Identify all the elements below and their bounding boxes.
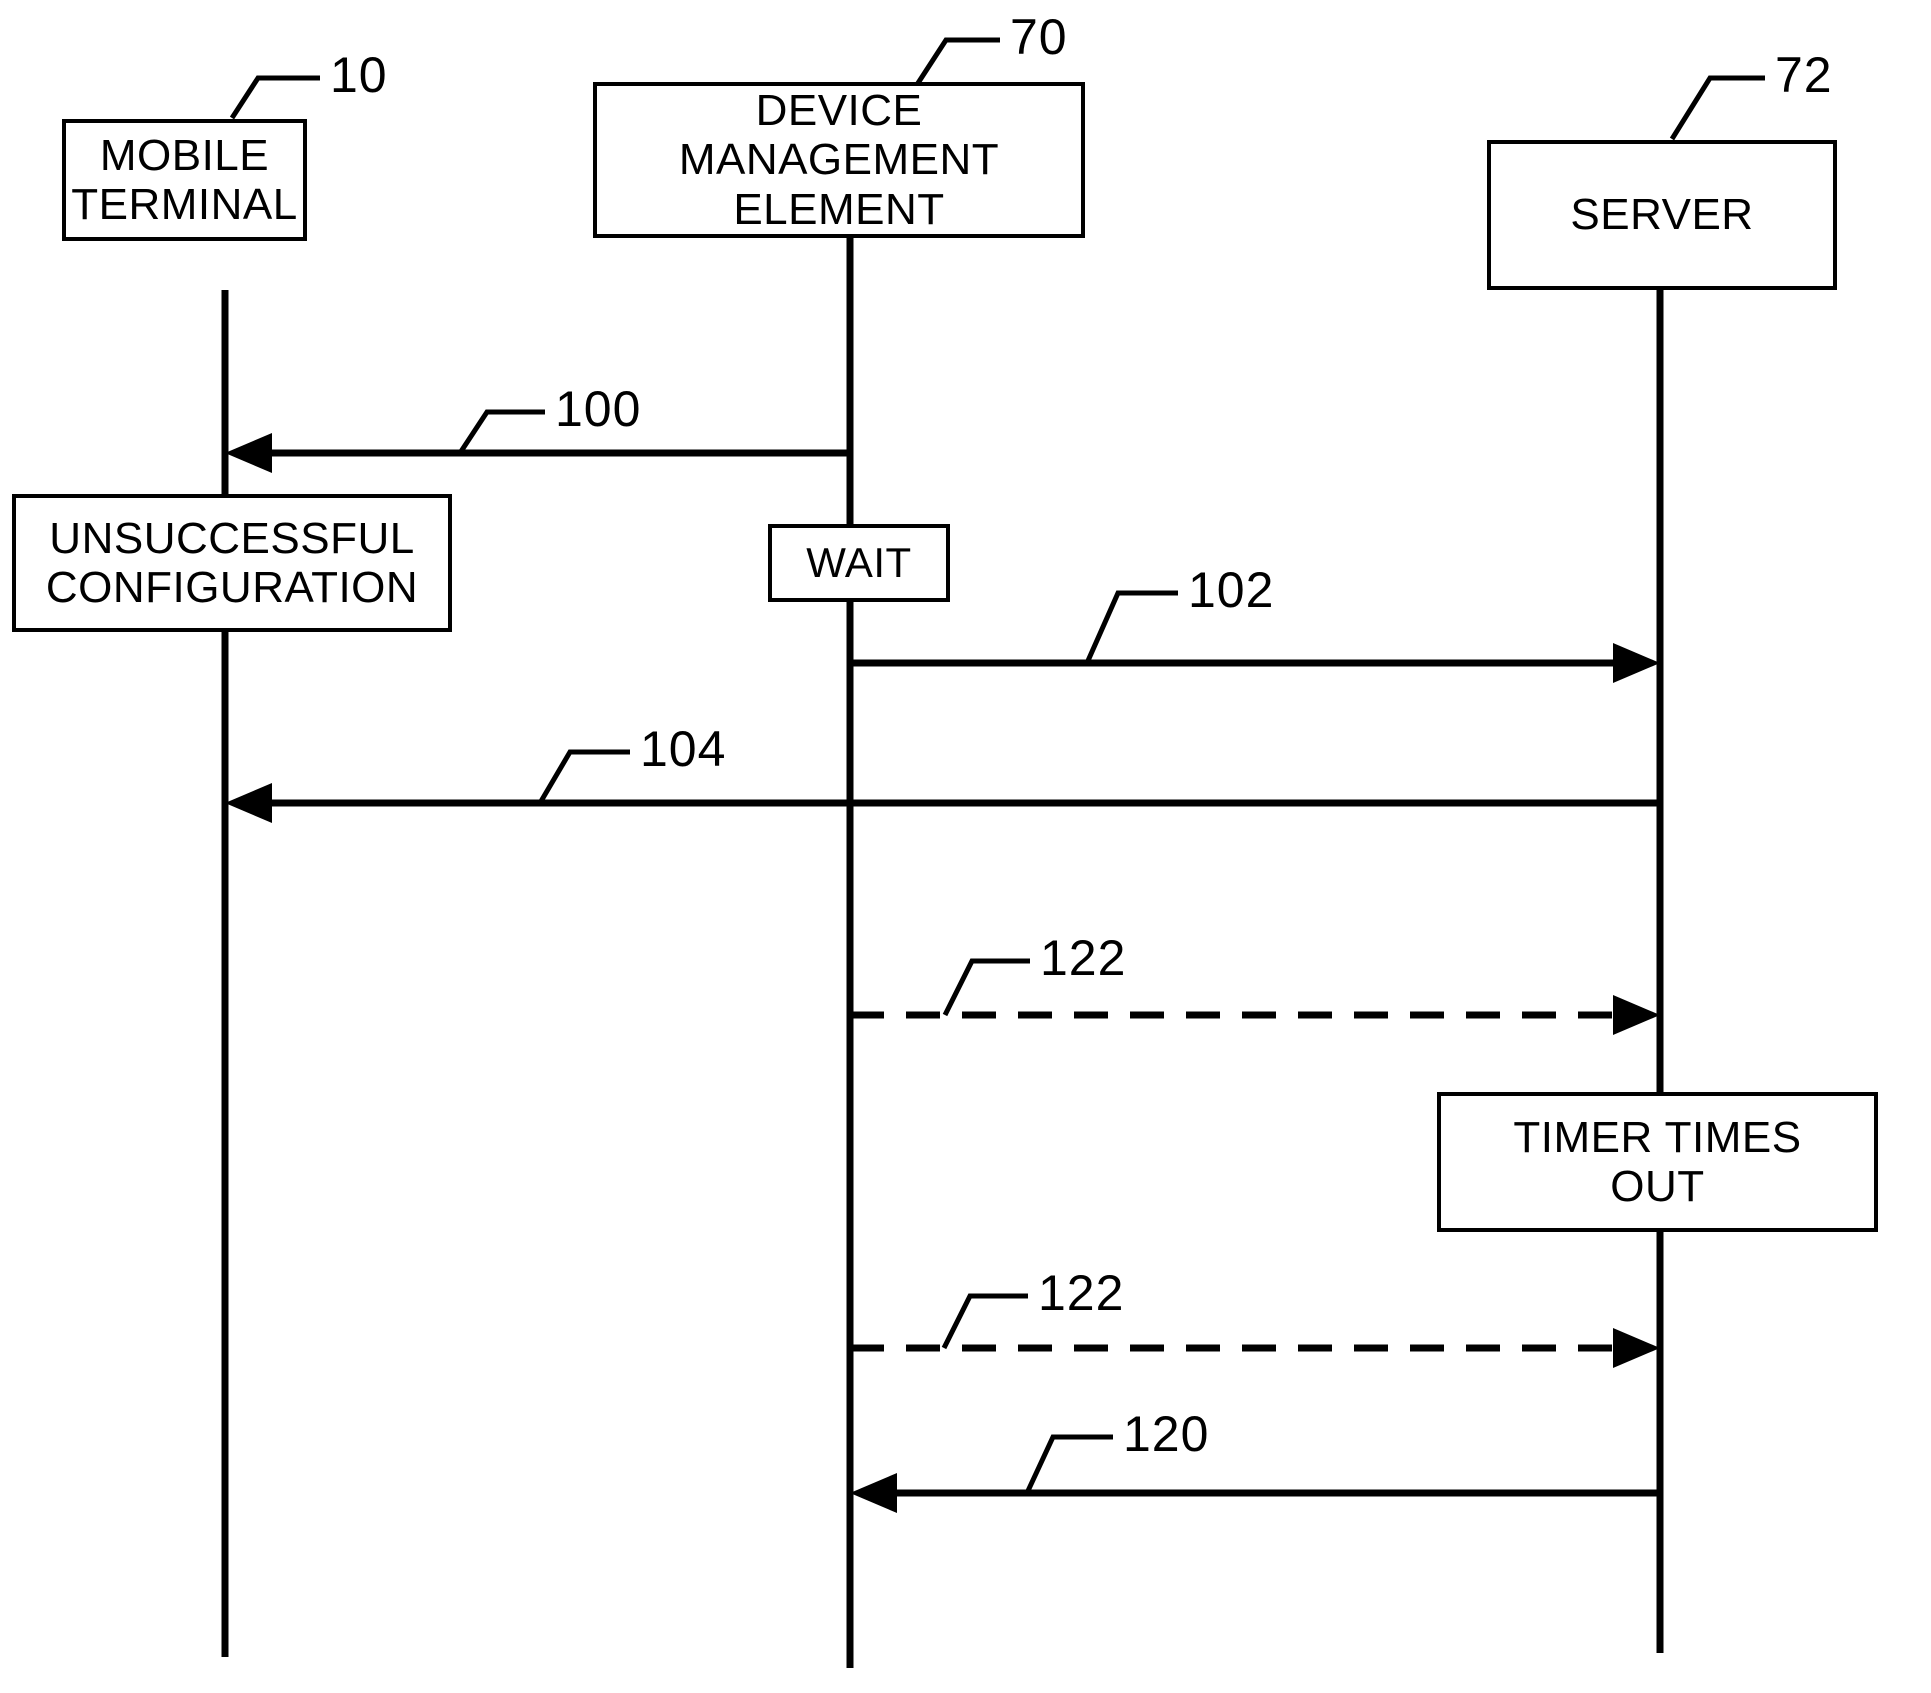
leader-line-ref-72: [1669, 75, 1765, 141]
state-box-wait-text: WAIT: [806, 539, 912, 587]
lane-header-device-management-element[interactable]: DEVICE MANAGEMENT ELEMENT: [593, 82, 1085, 238]
ref-label-122-second: 122: [1038, 1265, 1125, 1321]
leader-line-ref-102: [1084, 590, 1178, 665]
lane-header-mobile-terminal[interactable]: MOBILE TERMINAL: [62, 119, 307, 241]
arrowhead-100: [225, 433, 272, 473]
lane-header-dme-line2: MANAGEMENT: [678, 135, 1000, 185]
arrowhead-122-first: [1613, 995, 1660, 1035]
leader-line-ref-122-second: [941, 1293, 1028, 1350]
unsuccessful-configuration-line1: UNSUCCESSFUL: [49, 513, 415, 563]
state-box-wait[interactable]: WAIT: [768, 524, 950, 602]
unsuccessful-configuration-line2: CONFIGURATION: [45, 563, 419, 612]
arrowhead-120: [850, 1473, 897, 1513]
leader-line-ref-104: [537, 749, 630, 805]
arrowhead-104: [225, 783, 272, 823]
arrowhead-102: [1613, 643, 1660, 683]
ref-label-122-first: 122: [1040, 930, 1127, 986]
ref-label-102: 102: [1188, 562, 1275, 618]
timer-times-out-line2: OUT: [1610, 1162, 1705, 1211]
lane-header-device-management-element-text: DEVICE MANAGEMENT ELEMENT: [679, 86, 999, 234]
lane-header-server-text: SERVER: [1570, 190, 1754, 240]
lane-header-dme-line3: ELEMENT: [733, 184, 945, 234]
ref-label-100: 100: [555, 381, 642, 437]
lane-header-mobile-terminal-line1: MOBILE: [99, 130, 270, 180]
ref-label-72: 72: [1775, 47, 1833, 103]
leader-line-ref-120: [1024, 1434, 1113, 1495]
lane-header-server[interactable]: SERVER: [1487, 140, 1837, 290]
state-box-unsuccessful-configuration-text: UNSUCCESSFUL CONFIGURATION: [46, 514, 418, 613]
lane-header-dme-line1: DEVICE: [755, 86, 923, 136]
state-box-timer-times-out-text: TIMER TIMES OUT: [1513, 1113, 1801, 1212]
timer-times-out-line1: TIMER TIMES: [1513, 1112, 1802, 1162]
leader-line-ref-10: [229, 75, 320, 120]
ref-label-10: 10: [330, 47, 388, 103]
lane-header-mobile-terminal-line2: TERMINAL: [71, 180, 298, 229]
state-box-timer-times-out[interactable]: TIMER TIMES OUT: [1437, 1092, 1878, 1232]
arrowhead-122-second: [1613, 1328, 1660, 1368]
figure-canvas: MOBILE TERMINAL DEVICE MANAGEMENT ELEMEN…: [0, 0, 1931, 1693]
ref-label-120: 120: [1123, 1406, 1210, 1462]
lane-header-mobile-terminal-text: MOBILE TERMINAL: [71, 131, 297, 230]
ref-label-70: 70: [1010, 9, 1068, 65]
state-box-unsuccessful-configuration[interactable]: UNSUCCESSFUL CONFIGURATION: [12, 494, 452, 632]
leader-line-ref-100: [457, 409, 545, 455]
ref-label-104: 104: [640, 721, 727, 777]
leader-line-ref-122-first: [942, 958, 1030, 1017]
